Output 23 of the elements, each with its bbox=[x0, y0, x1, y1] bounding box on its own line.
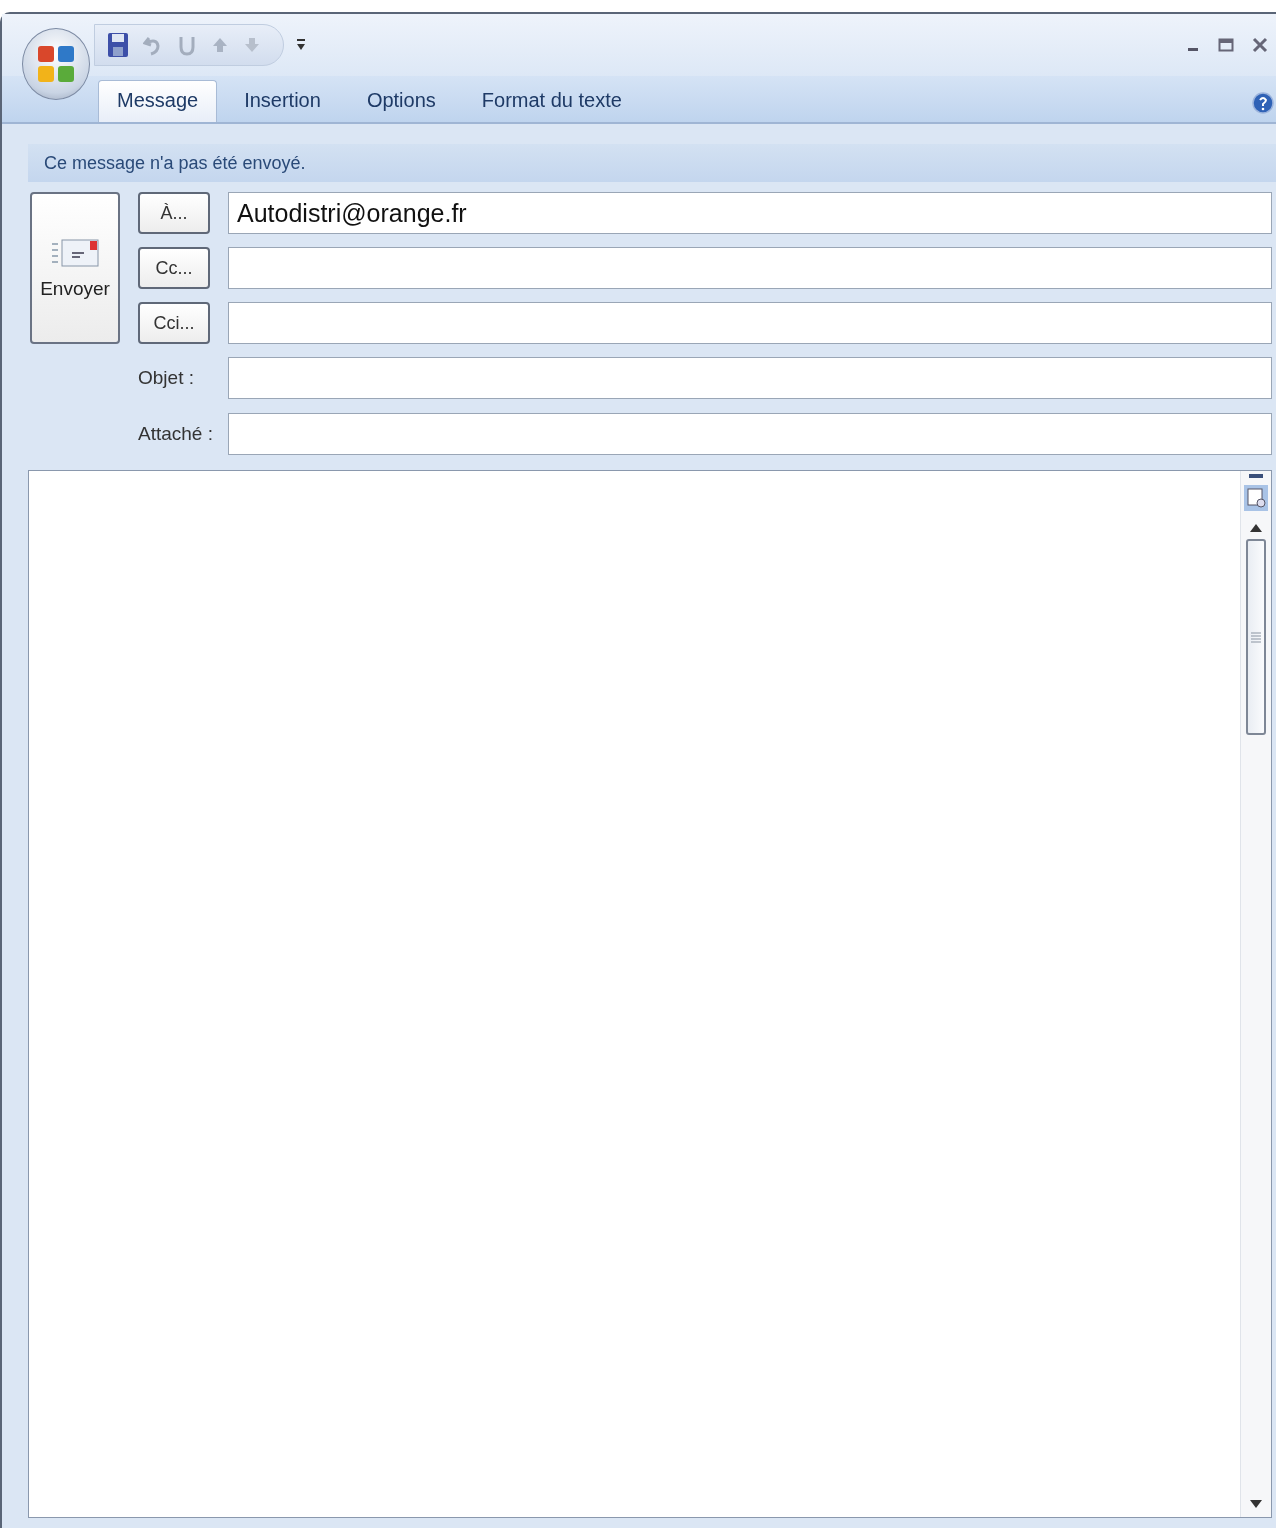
recipient-field[interactable] bbox=[228, 302, 1272, 344]
field-label: Objet : bbox=[138, 367, 194, 389]
field-label: Attaché : bbox=[138, 423, 213, 445]
address-book-button[interactable]: Cci... bbox=[138, 302, 210, 344]
help-icon[interactable] bbox=[1252, 92, 1274, 114]
ribbon-tab[interactable]: Format du texte bbox=[462, 80, 641, 122]
ribbon-tab[interactable]: Insertion bbox=[225, 80, 340, 122]
customize-dropdown-icon[interactable] bbox=[296, 38, 306, 52]
address-book-button[interactable]: À... bbox=[138, 192, 210, 234]
recipient-field[interactable]: Autodistri@orange.fr bbox=[228, 192, 1272, 234]
close-icon[interactable] bbox=[1252, 37, 1268, 53]
subject-field[interactable] bbox=[228, 357, 1272, 399]
maximize-icon[interactable] bbox=[1218, 38, 1234, 52]
info-bar: Ce message n'a pas été envoyé. bbox=[28, 144, 1276, 182]
attachment-field[interactable] bbox=[228, 413, 1272, 455]
office-logo-icon bbox=[36, 44, 76, 84]
address-book-button[interactable]: Cc... bbox=[138, 247, 210, 289]
recipient-field[interactable] bbox=[228, 247, 1272, 289]
save-icon[interactable] bbox=[107, 32, 129, 58]
ribbon-tab[interactable]: Message bbox=[98, 80, 218, 122]
ribbon-tab[interactable]: Options bbox=[347, 80, 455, 122]
envelope-icon bbox=[50, 236, 100, 270]
send-button[interactable]: Envoyer bbox=[30, 192, 120, 344]
